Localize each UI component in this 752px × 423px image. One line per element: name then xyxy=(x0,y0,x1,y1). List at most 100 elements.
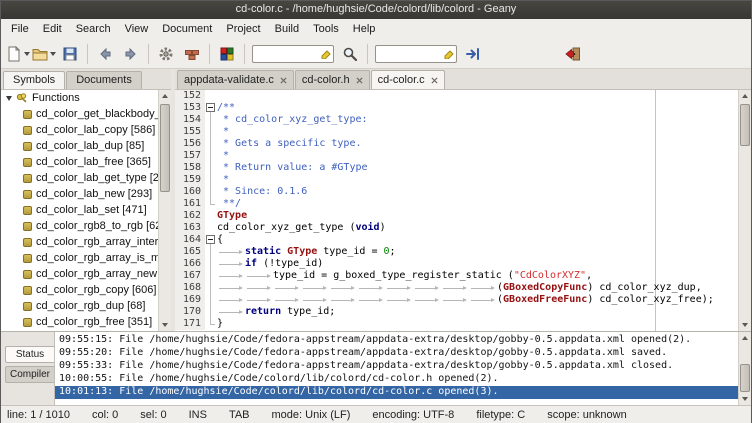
message-tab-status[interactable]: Status xyxy=(5,346,54,363)
sidebar-scrollbar[interactable] xyxy=(158,90,171,331)
menu-search[interactable]: Search xyxy=(69,21,118,37)
close-icon[interactable] xyxy=(431,77,438,84)
fold-margin[interactable] xyxy=(205,102,217,114)
menu-tools[interactable]: Tools xyxy=(306,21,346,37)
code-line[interactable]: 155 * xyxy=(175,126,738,138)
toolbar-separator xyxy=(367,44,368,64)
code-line[interactable]: 162GType xyxy=(175,210,738,222)
line-number: 159 xyxy=(175,174,205,186)
fold-margin xyxy=(205,174,217,186)
code-line[interactable]: 161 **/ xyxy=(175,198,738,210)
editor-tab[interactable]: cd-color.h xyxy=(295,70,370,89)
code-cm: /** xyxy=(217,102,235,113)
editor-tab[interactable]: appdata-validate.c xyxy=(177,70,294,89)
navigate-back-button[interactable] xyxy=(92,42,118,66)
code-line[interactable]: 163cd_color_xyz_get_type (void) xyxy=(175,222,738,234)
menu-build[interactable]: Build xyxy=(268,21,306,37)
log-line[interactable]: 09:55:33: File /home/hughsie/Code/fedora… xyxy=(55,360,738,373)
code-line[interactable]: 153/** xyxy=(175,102,738,114)
symbol-item[interactable]: cd_color_lab_dup [85] xyxy=(1,138,158,154)
symbol-item[interactable]: cd_color_lab_free [365] xyxy=(1,154,158,170)
code-line[interactable]: 166if (!type_id) xyxy=(175,258,738,270)
symbol-item[interactable]: cd_color_lab_copy [586] xyxy=(1,122,158,138)
save-button[interactable] xyxy=(57,42,83,66)
code-line[interactable]: 158 * Return value: a #GType xyxy=(175,162,738,174)
close-icon[interactable] xyxy=(356,77,363,84)
code-line[interactable]: 167type_id = g_boxed_type_register_stati… xyxy=(175,270,738,282)
sidebar: SymbolsDocuments Functions cd_color_get_… xyxy=(1,69,171,331)
quit-button[interactable] xyxy=(560,42,586,66)
new-file-button[interactable] xyxy=(5,42,31,66)
symbol-item[interactable]: cd_color_rgb_free [351] xyxy=(1,314,158,330)
code-line[interactable]: 154 * cd_color_xyz_get_type: xyxy=(175,114,738,126)
scrollbar-thumb[interactable] xyxy=(740,364,750,392)
fold-marker-icon[interactable] xyxy=(206,103,215,112)
code-line[interactable]: 165static GType type_id = 0; xyxy=(175,246,738,258)
menu-edit[interactable]: Edit xyxy=(36,21,69,37)
symbol-item[interactable]: cd_color_get_blackbody_rgb [97 xyxy=(1,106,158,122)
menu-document[interactable]: Document xyxy=(155,21,219,37)
message-tab-compiler[interactable]: Compiler xyxy=(5,366,54,383)
code-pl: cd_color_xyz_get_type ( xyxy=(217,222,355,233)
symbol-item[interactable]: cd_color_lab_set [471] xyxy=(1,202,158,218)
menu-file[interactable]: File xyxy=(4,21,36,37)
editor-scrollbar[interactable] xyxy=(738,90,751,331)
close-icon[interactable] xyxy=(280,77,287,84)
statusbar-field: line: 1 / 1010 xyxy=(7,409,70,421)
menu-view[interactable]: View xyxy=(118,21,156,37)
jump-to-line-button[interactable] xyxy=(460,42,486,66)
sidebar-tab-documents[interactable]: Documents xyxy=(66,71,142,89)
fold-marker-icon[interactable] xyxy=(206,235,215,244)
find-button[interactable] xyxy=(337,42,363,66)
code-line[interactable]: 169(GBoxedFreeFunc) cd_color_xyz_free); xyxy=(175,294,738,306)
sidebar-tab-symbols[interactable]: Symbols xyxy=(3,71,65,89)
menu-help[interactable]: Help xyxy=(346,21,383,37)
code-line[interactable]: 168(GBoxedCopyFunc) cd_color_xyz_dup, xyxy=(175,282,738,294)
code-line[interactable]: 160 * Since: 0.1.6 xyxy=(175,186,738,198)
code-line[interactable]: 157 * xyxy=(175,150,738,162)
titlebar[interactable]: cd-color.c - /home/hughsie/Code/colord/l… xyxy=(1,1,751,19)
symbol-item[interactable]: cd_color_rgb_array_new [896] xyxy=(1,266,158,282)
symbol-item[interactable]: cd_color_rgb8_to_rgb [626] xyxy=(1,218,158,234)
scrollbar-thumb[interactable] xyxy=(740,104,750,146)
log-line[interactable]: 09:55:15: File /home/hughsie/Code/fedora… xyxy=(55,334,738,347)
code-cm: * xyxy=(217,150,229,161)
expander-icon[interactable] xyxy=(6,96,12,101)
tab-whitespace-icon xyxy=(385,282,413,294)
open-file-button[interactable] xyxy=(31,42,57,66)
navigate-forward-button[interactable] xyxy=(118,42,144,66)
code-line[interactable]: 170return type_id; xyxy=(175,306,738,318)
fold-margin[interactable] xyxy=(205,234,217,246)
fold-margin xyxy=(205,126,217,138)
tab-whitespace-icon xyxy=(469,294,497,306)
symbol-item[interactable]: cd_color_rgb_array_interpolate [9 xyxy=(1,234,158,250)
symbol-item[interactable]: cd_color_lab_new [293] xyxy=(1,186,158,202)
tab-whitespace-icon xyxy=(217,270,245,282)
editor-tab[interactable]: cd-color.c xyxy=(371,70,445,89)
symbol-item[interactable]: cd_color_lab_get_type [203] xyxy=(1,170,158,186)
code-line[interactable]: 152 xyxy=(175,90,738,102)
menu-project[interactable]: Project xyxy=(219,21,267,37)
scrollbar-thumb[interactable] xyxy=(160,104,170,192)
code-line[interactable]: 164{ xyxy=(175,234,738,246)
compile-button[interactable] xyxy=(153,42,179,66)
code-line[interactable]: 159 * xyxy=(175,174,738,186)
color-chooser-button[interactable] xyxy=(214,42,240,66)
fold-margin xyxy=(205,318,217,330)
symbol-item[interactable]: cd_color_rgb_dup [68] xyxy=(1,298,158,314)
log-line[interactable]: 10:01:13: File /home/hughsie/Code/colord… xyxy=(55,386,738,399)
code-line[interactable]: 171} xyxy=(175,318,738,330)
code-line[interactable]: 156 * Gets a specific type. xyxy=(175,138,738,150)
build-button[interactable] xyxy=(179,42,205,66)
line-number: 165 xyxy=(175,246,205,258)
log-line[interactable]: 09:55:20: File /home/hughsie/Code/fedora… xyxy=(55,347,738,360)
forward-arrow-icon xyxy=(123,46,139,62)
code-pl: } xyxy=(217,318,223,329)
code-area[interactable]: 152153/**154 * cd_color_xyz_get_type:155… xyxy=(175,90,738,331)
log-scrollbar[interactable] xyxy=(738,332,751,405)
statusbar-field: col: 0 xyxy=(92,409,118,421)
log-line[interactable]: 10:00:55: File /home/hughsie/Code/colord… xyxy=(55,373,738,386)
symbol-item[interactable]: cd_color_rgb_copy [606] xyxy=(1,282,158,298)
tree-root-functions[interactable]: Functions xyxy=(1,90,158,106)
symbol-item[interactable]: cd_color_rgb_array_is_monotonic xyxy=(1,250,158,266)
